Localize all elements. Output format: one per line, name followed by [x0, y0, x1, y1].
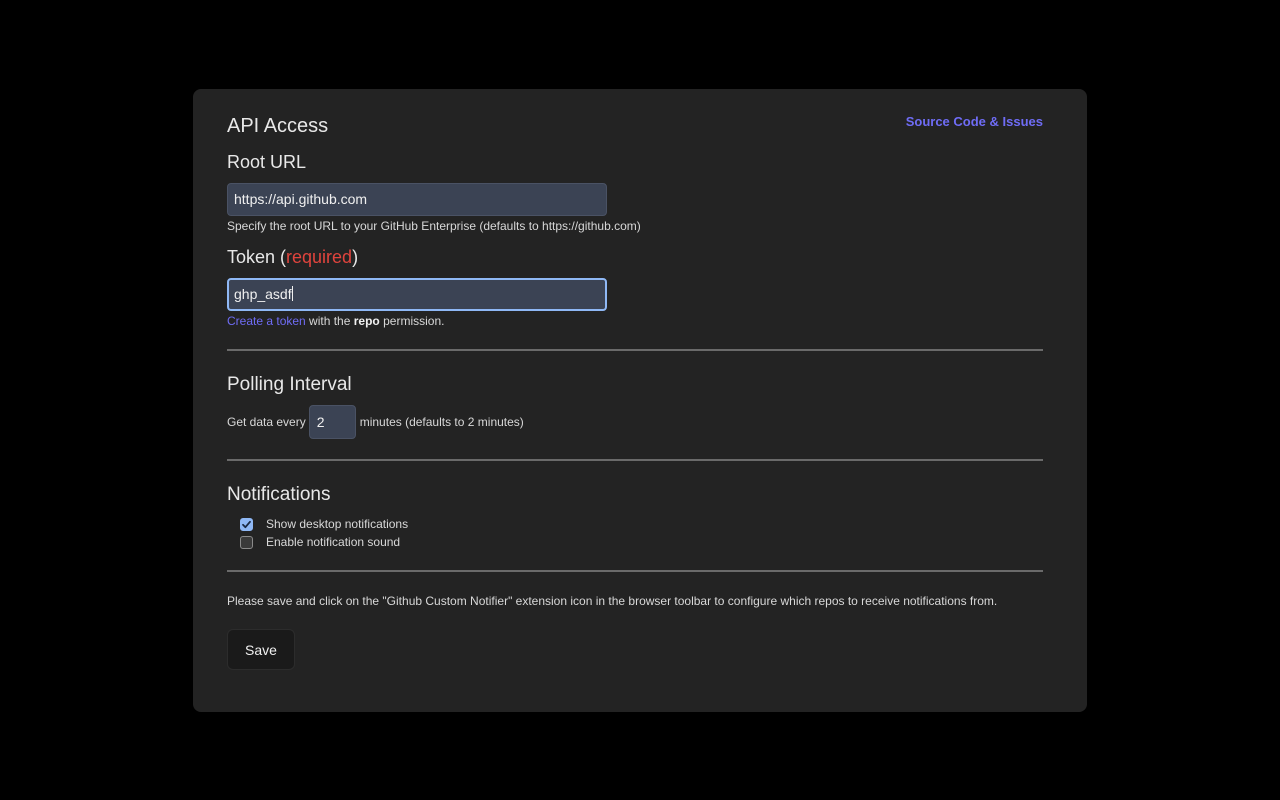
polling-prefix: Get data every	[227, 415, 306, 429]
root-url-input[interactable]: https://api.github.com	[227, 183, 607, 216]
token-help-end: permission.	[379, 314, 445, 328]
polling-interval-heading: Polling Interval	[227, 374, 352, 395]
options-panel: Source Code & Issues API Access Root URL…	[193, 89, 1087, 712]
source-code-link[interactable]: Source Code & Issues	[906, 114, 1043, 129]
save-button[interactable]: Save	[227, 629, 295, 670]
checkmark-icon	[242, 520, 251, 528]
configure-repos-note: Please save and click on the "Github Cus…	[227, 594, 998, 608]
notification-sound-label: Enable notification sound	[266, 535, 401, 549]
token-help-middle: with the	[305, 314, 354, 328]
token-label: Token (required)	[227, 247, 358, 268]
create-token-link[interactable]: Create a token	[227, 314, 306, 328]
token-value: ghp_asdf	[234, 286, 292, 302]
notifications-heading: Notifications	[227, 484, 331, 505]
root-url-label: Root URL	[227, 152, 307, 172]
text-caret	[291, 286, 293, 301]
api-access-heading: API Access	[227, 115, 329, 137]
polling-row: Get data every 2 minutes (defaults to 2 …	[227, 405, 524, 439]
polling-minutes-input[interactable]: 2	[308, 405, 356, 439]
desktop-notifications-checkbox[interactable]	[240, 517, 253, 531]
desktop-notifications-option[interactable]: Show desktop notifications	[240, 517, 408, 531]
token-input[interactable]: ghp_asdf	[227, 278, 607, 311]
divider	[227, 459, 1043, 461]
desktop-notifications-label: Show desktop notifications	[266, 517, 409, 531]
root-url-help: Specify the root URL to your GitHub Ente…	[227, 219, 641, 233]
token-label-suffix: )	[352, 247, 359, 267]
token-label-prefix: Token (	[227, 247, 287, 267]
notification-sound-option[interactable]: Enable notification sound	[240, 535, 400, 549]
required-marker: required	[286, 247, 353, 267]
token-help-scope: repo	[353, 314, 380, 328]
divider	[227, 570, 1043, 572]
polling-suffix: minutes (defaults to 2 minutes)	[359, 415, 524, 429]
token-help: Create a token with the repo permission.	[227, 314, 444, 328]
divider	[227, 349, 1043, 351]
notification-sound-checkbox[interactable]	[240, 535, 253, 549]
